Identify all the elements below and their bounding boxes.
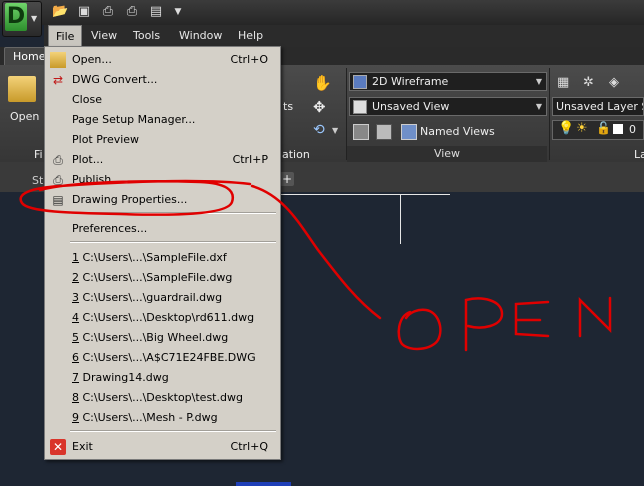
visual-style-dropdown[interactable]: 2D Wireframe ▼: [349, 72, 547, 91]
menu-help[interactable]: Help: [231, 25, 270, 47]
title-bar: [0, 0, 644, 25]
exit-icon: ✕: [50, 439, 66, 455]
menu-window[interactable]: Window: [172, 25, 229, 47]
dropdown-icon[interactable]: ▼: [170, 4, 186, 20]
recent-file-2[interactable]: 2 C:\Users\...\SampleFile.dwg: [46, 268, 278, 288]
saved-view-value: Unsaved View: [372, 100, 450, 113]
menu-view[interactable]: View: [84, 25, 124, 47]
ribbon-text-partial: ts: [283, 100, 294, 113]
chevron-down-icon: ▼: [535, 77, 542, 86]
menu-item-preferences[interactable]: Preferences...: [46, 219, 278, 239]
plot-icon[interactable]: ⎙: [124, 4, 140, 20]
app-logo[interactable]: D: [5, 3, 27, 31]
named-views-button[interactable]: Named Views: [420, 125, 495, 138]
add-tab-button[interactable]: +: [280, 172, 294, 186]
view-icon: [353, 100, 367, 114]
recent-file-7[interactable]: 7 Drawing14.dwg: [46, 368, 278, 388]
layer-properties-icon[interactable]: ▦: [557, 75, 569, 90]
orbit-icon[interactable]: ✥: [313, 98, 326, 116]
save-icon[interactable]: ▣: [76, 4, 92, 20]
print-icon[interactable]: ⎙: [100, 4, 116, 20]
menu-item-page-setup[interactable]: Page Setup Manager...: [46, 110, 278, 130]
lock-icon: 🔓: [596, 121, 611, 135]
open-icon[interactable]: 📂: [52, 4, 68, 20]
showmotion-icon[interactable]: ⟲: [313, 122, 325, 138]
layer-state-value: Unsaved Layer Sta: [556, 100, 643, 113]
menu-item-plot[interactable]: ⎙ Plot... Ctrl+P: [46, 150, 278, 170]
publish-icon: ⎙: [53, 173, 63, 187]
layer-name-value: 0: [629, 123, 636, 136]
viewport-icon[interactable]: [353, 124, 369, 140]
chevron-down-icon: ▼: [535, 102, 542, 111]
visual-style-value: 2D Wireframe: [372, 75, 449, 88]
menu-item-drawing-properties[interactable]: ▤ Drawing Properties...: [46, 190, 278, 210]
crosshair-vertical: [400, 194, 401, 244]
named-views-icon[interactable]: [401, 124, 417, 140]
recent-file-3[interactable]: 3 C:\Users\...\guardrail.dwg: [46, 288, 278, 308]
recent-file-5[interactable]: 5 C:\Users\...\Big Wheel.dwg: [46, 328, 278, 348]
menu-item-plot-preview[interactable]: Plot Preview: [46, 130, 278, 150]
panel-label-partial: Fi: [34, 148, 43, 161]
printer-icon: ⎙: [53, 153, 63, 167]
menu-separator: [70, 241, 276, 243]
color-swatch: [613, 124, 623, 134]
saved-view-dropdown[interactable]: Unsaved View ▼: [349, 97, 547, 116]
lightbulb-icon: 💡: [558, 121, 575, 136]
recent-file-1[interactable]: 1 C:\Users\...\SampleFile.dxf: [46, 248, 278, 268]
menu-tools[interactable]: Tools: [126, 25, 167, 47]
layer-state-dropdown[interactable]: Unsaved Layer Sta: [552, 97, 644, 116]
layer-isolate-icon[interactable]: ✲: [583, 75, 594, 90]
recent-file-6[interactable]: 6 C:\Users\...\A$C71E24FBE.DWG: [46, 348, 278, 368]
chevron-down-icon[interactable]: ▼: [332, 126, 338, 135]
cube-icon[interactable]: [376, 124, 392, 140]
panel-label-layers-partial: La: [634, 148, 644, 161]
menu-item-exit[interactable]: ✕ Exit Ctrl+Q: [46, 437, 278, 457]
visual-style-icon: [353, 75, 367, 89]
menu-file[interactable]: File: [48, 25, 83, 47]
ribbon-open-label[interactable]: Open: [10, 110, 39, 123]
sun-icon: ☀: [576, 121, 588, 136]
menu-item-open[interactable]: Open... Ctrl+O: [46, 50, 278, 70]
chevron-down-icon[interactable]: ▼: [31, 14, 37, 23]
open-folder-icon: [50, 52, 66, 68]
dwg-convert-icon: ⇄: [52, 73, 64, 87]
layer-freeze-icon[interactable]: ◈: [609, 75, 619, 90]
menu-separator: [70, 430, 276, 432]
recent-file-4[interactable]: 4 C:\Users\...\Desktop\rd611.dwg: [46, 308, 278, 328]
panel-label-navigation-partial: ation: [282, 148, 310, 161]
recent-file-9[interactable]: 9 C:\Users\...\Mesh - P.dwg: [46, 408, 278, 428]
menu-item-close[interactable]: Close: [46, 90, 278, 110]
drawing-properties-icon: ▤: [52, 193, 64, 207]
menu-item-publish[interactable]: ⎙ Publish...: [46, 170, 278, 190]
properties-icon[interactable]: ▤: [148, 4, 164, 20]
menu-separator: [70, 212, 276, 214]
panel-divider: [549, 68, 550, 160]
doc-tab-start-partial[interactable]: St: [32, 174, 43, 187]
pan-hand-icon[interactable]: ✋: [313, 74, 332, 92]
open-folder-icon[interactable]: [8, 76, 36, 102]
panel-label-view: View: [347, 146, 547, 162]
menu-item-dwg-convert[interactable]: ⇄ DWG Convert...: [46, 70, 278, 90]
recent-file-8[interactable]: 8 C:\Users\...\Desktop\test.dwg: [46, 388, 278, 408]
ucs-marker: [236, 482, 291, 486]
